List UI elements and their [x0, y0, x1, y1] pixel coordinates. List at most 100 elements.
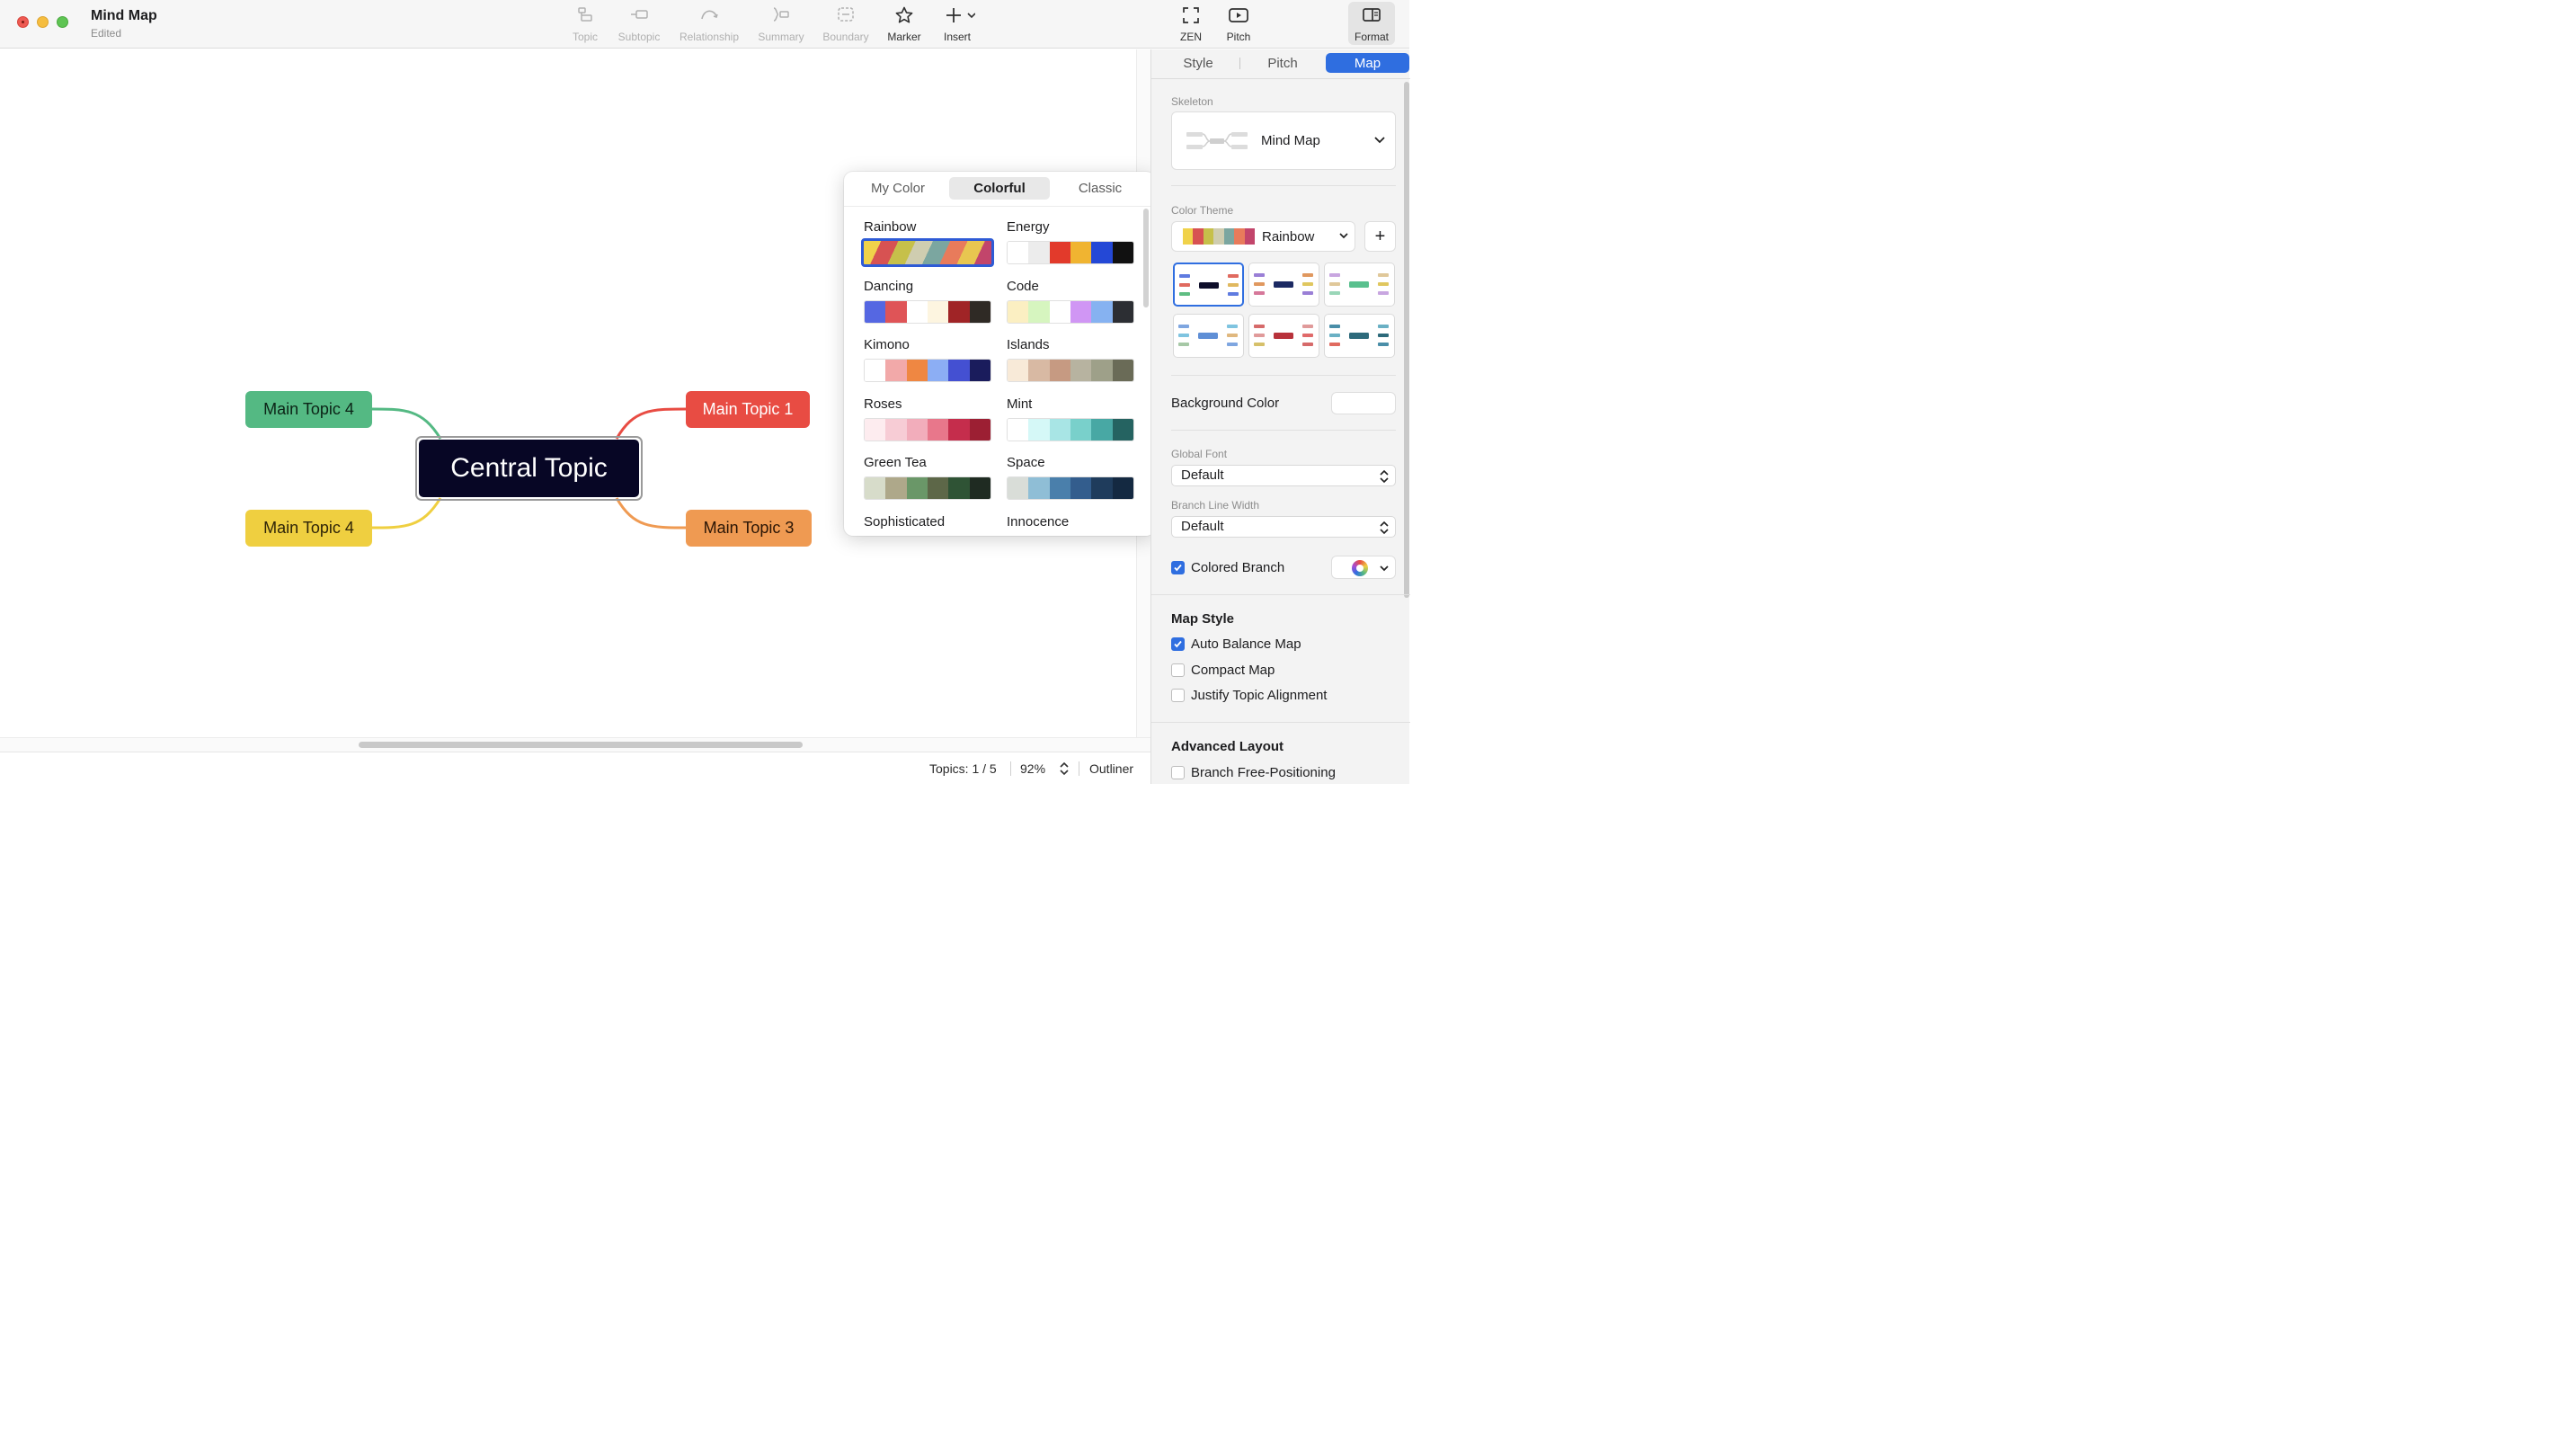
- swatch-chip: [1112, 418, 1133, 441]
- add-theme-button[interactable]: +: [1364, 221, 1396, 252]
- theme-variant-thumbnail[interactable]: [1173, 314, 1244, 358]
- zoom-level[interactable]: 92%: [1020, 761, 1045, 776]
- swatch-chip: [865, 418, 886, 441]
- theme-option-green-tea[interactable]: Green Tea: [864, 455, 994, 501]
- swatch-chip: [1112, 360, 1133, 382]
- swatch-chip: [885, 477, 907, 500]
- theme-swatch: [1007, 417, 1134, 441]
- theme-option-energy[interactable]: Energy: [1007, 219, 1137, 264]
- colored-branch-checkbox[interactable]: [1171, 561, 1185, 574]
- checkmark-icon: [1174, 564, 1182, 572]
- popover-tabs: My Color Colorful Classic: [844, 172, 1155, 206]
- up-down-arrow-icon: [1380, 469, 1389, 484]
- skeleton-label: Skeleton: [1171, 95, 1213, 108]
- theme-preview-icon: [1254, 325, 1313, 346]
- swatch-chip: [948, 477, 970, 500]
- rainbow-swatch: [1183, 228, 1255, 245]
- swatch-chip: [969, 360, 990, 382]
- color-theme-popover: My Color Colorful Classic Rainbow Energy D…: [844, 172, 1155, 536]
- swatch-chip: [906, 300, 928, 323]
- theme-swatch: [864, 476, 991, 501]
- swatch-chip: [885, 300, 907, 323]
- theme-variant-thumbnail[interactable]: [1248, 263, 1319, 307]
- theme-option-sophisticated[interactable]: Sophisticated: [864, 514, 994, 532]
- swatch-chip: [1028, 300, 1050, 323]
- outliner-button[interactable]: Outliner: [1089, 761, 1133, 776]
- main-topic-bottom-right[interactable]: Main Topic 3: [686, 510, 812, 547]
- zoom-stepper-icon[interactable]: [1058, 760, 1070, 780]
- theme-variant-thumbnail[interactable]: [1173, 263, 1244, 307]
- background-color-well[interactable]: [1331, 392, 1396, 414]
- tab-style[interactable]: Style: [1159, 53, 1238, 73]
- theme-option-space[interactable]: Space: [1007, 455, 1137, 501]
- swatch-chip: [1112, 477, 1133, 500]
- theme-name: Code: [1007, 278, 1039, 294]
- section-divider: [1171, 185, 1396, 186]
- global-font-select[interactable]: Default: [1171, 465, 1396, 486]
- canvas-horizontal-scrollbar[interactable]: [0, 737, 1150, 752]
- theme-option-islands[interactable]: Islands: [1007, 337, 1137, 383]
- section-divider: [1171, 430, 1396, 431]
- theme-option-mint[interactable]: Mint: [1007, 396, 1137, 441]
- compact-map-checkbox[interactable]: [1171, 663, 1185, 677]
- theme-swatch: [1007, 241, 1134, 264]
- theme-swatch: [1007, 359, 1134, 383]
- format-button[interactable]: Format: [1348, 4, 1395, 45]
- auto-balance-checkbox[interactable]: [1171, 637, 1185, 651]
- branch-line-top-right: [615, 407, 687, 440]
- zen-button[interactable]: ZEN: [1172, 4, 1210, 45]
- main-topic-top-right[interactable]: Main Topic 1: [686, 391, 810, 428]
- theme-variant-thumbnail[interactable]: [1248, 314, 1319, 358]
- theme-name: Space: [1007, 455, 1045, 471]
- swatch-chip: [969, 477, 990, 500]
- app-window: Mind Map Edited Topic Subtopic Relations…: [0, 0, 1410, 784]
- pitch-toolbar-button[interactable]: Pitch: [1219, 4, 1258, 45]
- tab-pitch[interactable]: Pitch: [1241, 53, 1324, 73]
- central-topic-selection[interactable]: Central Topic: [415, 436, 643, 501]
- skeleton-value: Mind Map: [1261, 133, 1320, 148]
- theme-option-dancing[interactable]: Dancing: [864, 279, 994, 324]
- color-theme-dropdown[interactable]: Rainbow: [1171, 221, 1355, 252]
- format-panel: Style Pitch Map Skeleton Mind Map Color …: [1150, 49, 1410, 784]
- central-topic[interactable]: Central Topic: [419, 440, 639, 497]
- swatch-chip: [927, 360, 949, 382]
- justify-alignment-checkbox[interactable]: [1171, 689, 1185, 702]
- chevron-down-icon: [1380, 565, 1389, 572]
- theme-variant-thumbnail[interactable]: [1324, 314, 1395, 358]
- section-divider: [1151, 722, 1410, 723]
- background-color-label: Background Color: [1171, 396, 1280, 411]
- theme-option-rainbow[interactable]: Rainbow: [861, 219, 994, 267]
- free-positioning-checkbox[interactable]: [1171, 766, 1185, 779]
- swatch-chip: [1028, 360, 1050, 382]
- horizontal-scroll-thumb[interactable]: [359, 742, 803, 748]
- theme-name: Innocence: [1007, 514, 1070, 530]
- theme-preview-icon: [1329, 325, 1389, 346]
- panel-scrollbar[interactable]: [1404, 82, 1409, 598]
- swatch-chip: [1049, 360, 1070, 382]
- branch-line-width-value: Default: [1181, 519, 1224, 534]
- swatch-chip: [969, 300, 990, 323]
- topic-count: Topics: 1 / 5: [929, 761, 997, 776]
- theme-option-innocence[interactable]: Innocence: [1007, 514, 1137, 532]
- theme-name: Roses: [864, 396, 902, 412]
- main-topic-bottom-left[interactable]: Main Topic 4: [245, 510, 372, 547]
- theme-option-roses[interactable]: Roses: [864, 396, 994, 441]
- theme-swatch: [864, 299, 991, 324]
- tab-colorful[interactable]: Colorful: [949, 177, 1050, 200]
- main-topic-top-left[interactable]: Main Topic 4: [245, 391, 372, 428]
- branch-line-width-select[interactable]: Default: [1171, 516, 1396, 538]
- tab-my-color[interactable]: My Color: [855, 177, 941, 200]
- theme-variant-thumbnail[interactable]: [1324, 263, 1395, 307]
- theme-swatch: [864, 417, 991, 441]
- swatch-chip: [948, 418, 970, 441]
- swatch-chip: [1070, 418, 1092, 441]
- branch-color-picker[interactable]: [1331, 556, 1396, 579]
- popover-scrollbar[interactable]: [1143, 209, 1149, 307]
- theme-option-kimono[interactable]: Kimono: [864, 337, 994, 383]
- swatch-chip: [1049, 477, 1070, 500]
- swatch-chip: [1008, 242, 1029, 263]
- theme-option-code[interactable]: Code: [1007, 279, 1137, 324]
- skeleton-dropdown[interactable]: Mind Map: [1171, 111, 1396, 170]
- tab-map[interactable]: Map: [1326, 53, 1409, 73]
- tab-classic[interactable]: Classic: [1057, 177, 1143, 200]
